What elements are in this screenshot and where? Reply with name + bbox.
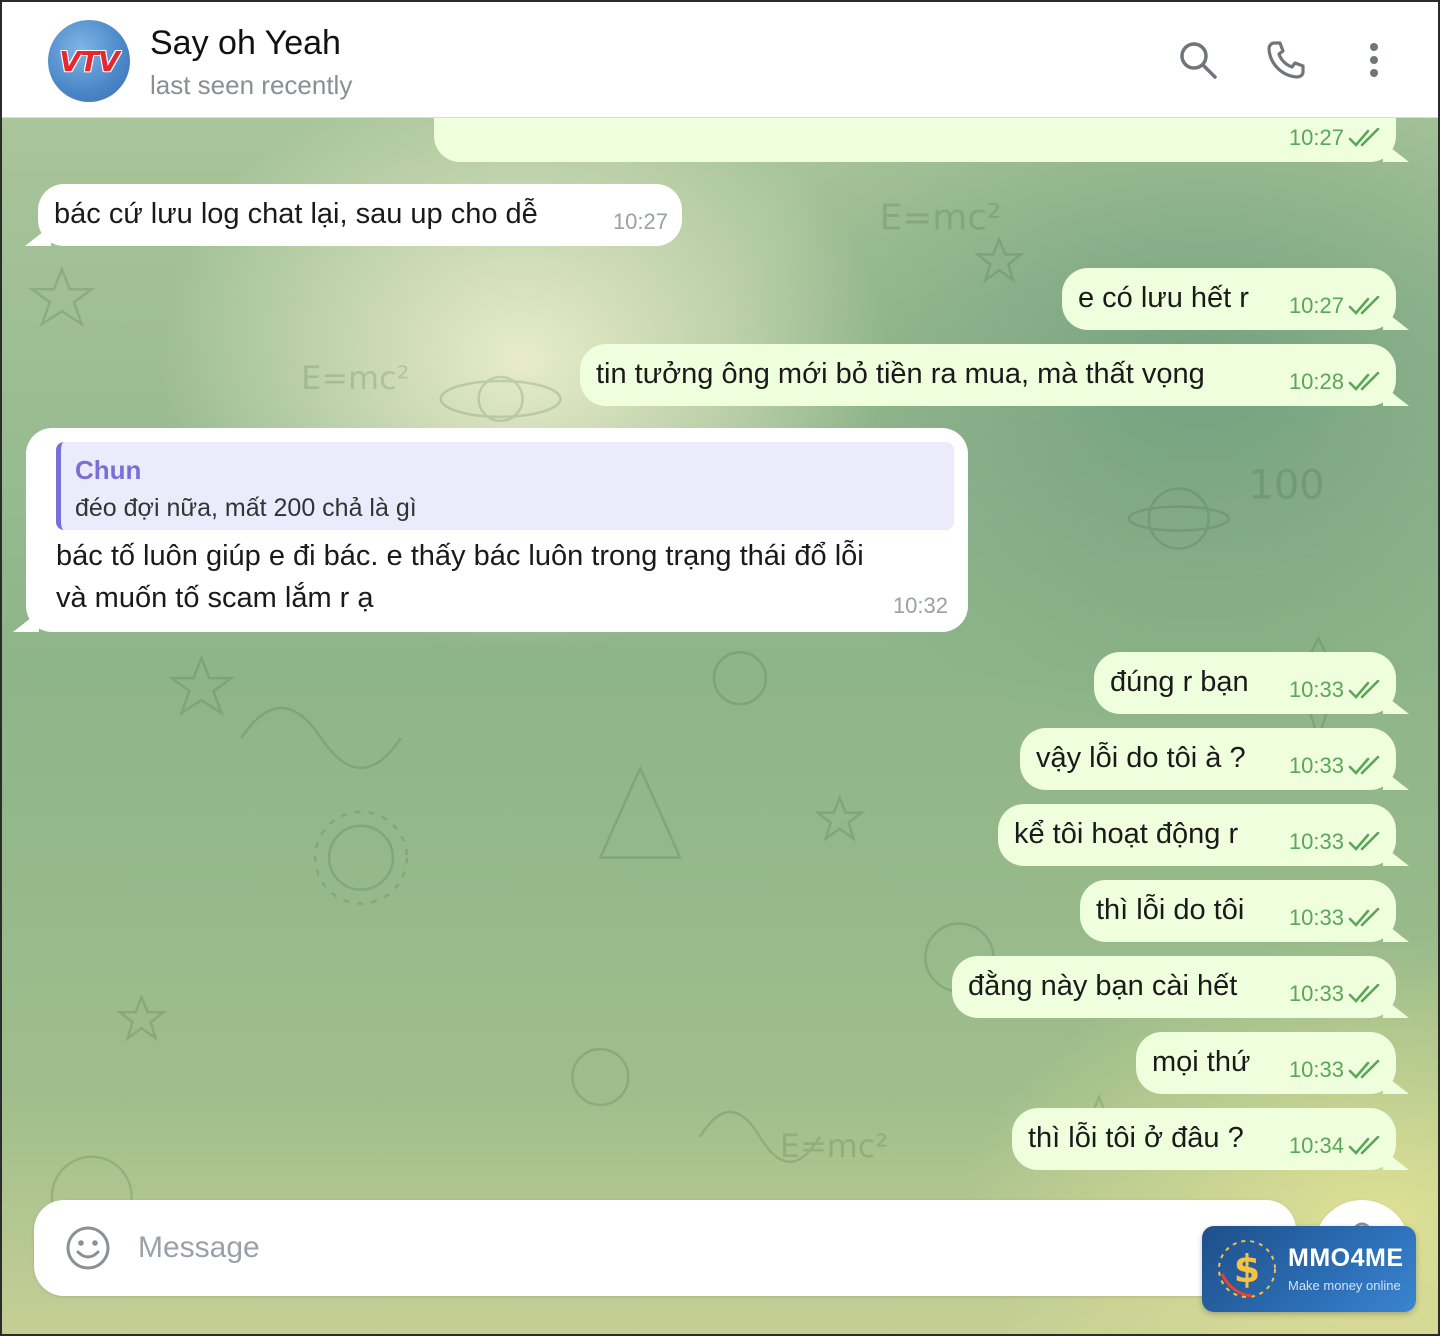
watermark-subtitle: Make money online	[1288, 1278, 1401, 1293]
message-meta: 10:33	[1289, 1052, 1382, 1088]
message-time: 10:33	[1288, 677, 1344, 702]
chat-area[interactable]: E=mc² E=mc² E=mc² 100 10:27 bác cứ lưu l…	[2, 118, 1438, 1334]
message-text: thì lỗi tôi ở đâu ?	[1028, 1122, 1244, 1154]
dollar-logo-icon: $	[1218, 1240, 1276, 1298]
message-text: bác cứ lưu log chat lại, sau up cho dễ	[54, 198, 538, 230]
message-input[interactable]	[138, 1220, 1198, 1276]
message-meta: 10:33	[1289, 900, 1382, 936]
double-check-icon	[1348, 372, 1380, 391]
svg-text:$: $	[1234, 1247, 1260, 1291]
message-time: 10:33	[1288, 981, 1344, 1006]
telegram-window: VTV Say oh Yeah last seen recently E=mc²…	[0, 0, 1440, 1336]
message-text: mọi thứ	[1152, 1046, 1251, 1078]
message-bubble-outgoing[interactable]: mọi thứ 10:33	[1136, 1032, 1396, 1094]
mmo4me-watermark: $ MMO4ME Make money online	[1202, 1226, 1416, 1312]
message-text: kể tôi hoạt động r	[1014, 818, 1239, 850]
message-time: 10:34	[1288, 1133, 1344, 1158]
message-meta: 10:32	[893, 588, 948, 624]
message-time: 10:32	[892, 593, 948, 618]
message-text: tin tưởng ông mới bỏ tiền ra mua, mà thấ…	[596, 358, 1205, 390]
emoji-icon[interactable]	[64, 1224, 112, 1272]
message-time: 10:28	[1288, 369, 1344, 394]
search-icon[interactable]	[1176, 38, 1220, 82]
message-bubble-outgoing[interactable]: 10:27	[434, 118, 1396, 162]
watermark-title: MMO4ME	[1288, 1244, 1404, 1272]
message-time: 10:33	[1288, 1057, 1344, 1082]
avatar[interactable]: VTV	[48, 20, 130, 102]
message-meta: 10:33	[1289, 824, 1382, 860]
message-time: 10:33	[1288, 829, 1344, 854]
reply-quote[interactable]: Chun đéo đợi nữa, mất 200 chả là gì	[56, 442, 954, 530]
message-bubble-outgoing[interactable]: e có lưu hết r 10:27	[1062, 268, 1396, 330]
message-bubble-outgoing[interactable]: thì lỗi do tôi 10:33	[1080, 880, 1396, 942]
message-bubble-outgoing[interactable]: đằng này bạn cài hết 10:33	[952, 956, 1396, 1018]
message-time: 10:27	[1288, 293, 1344, 318]
message-bubble-incoming-reply[interactable]: Chun đéo đợi nữa, mất 200 chả là gì bác …	[26, 428, 968, 632]
double-check-icon	[1348, 832, 1380, 851]
double-check-icon	[1348, 908, 1380, 927]
contact-name[interactable]: Say oh Yeah	[150, 24, 341, 63]
message-meta: 10:27	[613, 204, 668, 240]
message-bubble-outgoing[interactable]: đúng r bạn 10:33	[1094, 652, 1396, 714]
message-bubble-incoming[interactable]: bác cứ lưu log chat lại, sau up cho dễ 1…	[38, 184, 682, 246]
message-text: e có lưu hết r	[1078, 282, 1249, 314]
chat-header: VTV Say oh Yeah last seen recently	[2, 2, 1438, 118]
message-bubble-outgoing[interactable]: thì lỗi tôi ở đâu ? 10:34	[1012, 1108, 1396, 1170]
reply-sender-name: Chun	[75, 455, 142, 485]
phone-icon[interactable]	[1264, 38, 1308, 82]
message-meta: 10:33	[1289, 748, 1382, 784]
message-text: đúng r bạn	[1110, 666, 1249, 698]
avatar-logo-text: VTV	[59, 44, 119, 78]
svg-text:E=mc²: E=mc²	[301, 359, 409, 397]
double-check-icon	[1348, 1060, 1380, 1079]
double-check-icon	[1348, 680, 1380, 699]
double-check-icon	[1348, 756, 1380, 775]
reply-quoted-text: đéo đợi nữa, mất 200 chả là gì	[75, 494, 417, 522]
message-bubble-outgoing[interactable]: kể tôi hoạt động r 10:33	[998, 804, 1396, 866]
double-check-icon	[1348, 128, 1380, 147]
more-vertical-icon[interactable]	[1352, 38, 1396, 82]
message-meta: 10:33	[1289, 976, 1382, 1012]
double-check-icon	[1348, 1136, 1380, 1155]
double-check-icon	[1348, 984, 1380, 1003]
message-bubble-outgoing[interactable]: vậy lỗi do tôi à ? 10:33	[1020, 728, 1396, 790]
message-time: 10:27	[612, 209, 668, 234]
message-time: 10:33	[1288, 905, 1344, 930]
double-check-icon	[1348, 296, 1380, 315]
message-meta: 10:34	[1289, 1128, 1382, 1164]
svg-text:E=mc²: E=mc²	[780, 1127, 888, 1165]
message-meta: 10:33	[1289, 672, 1382, 708]
message-meta: 10:27	[1289, 288, 1382, 324]
message-meta: 10:27	[1289, 120, 1382, 156]
message-text: đằng này bạn cài hết	[968, 970, 1238, 1002]
svg-text:100: 100	[1249, 463, 1325, 509]
message-text-line2: và muốn tố scam lắm r ạ	[56, 582, 374, 614]
message-bubble-outgoing[interactable]: tin tưởng ông mới bỏ tiền ra mua, mà thấ…	[580, 344, 1396, 406]
svg-text:E=mc²: E=mc²	[880, 197, 1002, 238]
contact-status: last seen recently	[150, 70, 353, 100]
message-time: 10:27	[1288, 125, 1344, 150]
message-text: thì lỗi do tôi	[1096, 894, 1245, 926]
message-text-line1: bác tố luôn giúp e đi bác. e thấy bác lu…	[56, 540, 864, 572]
message-composer	[34, 1200, 1296, 1296]
message-time: 10:33	[1288, 753, 1344, 778]
message-text: vậy lỗi do tôi à ?	[1036, 742, 1246, 774]
message-meta: 10:28	[1289, 364, 1382, 400]
